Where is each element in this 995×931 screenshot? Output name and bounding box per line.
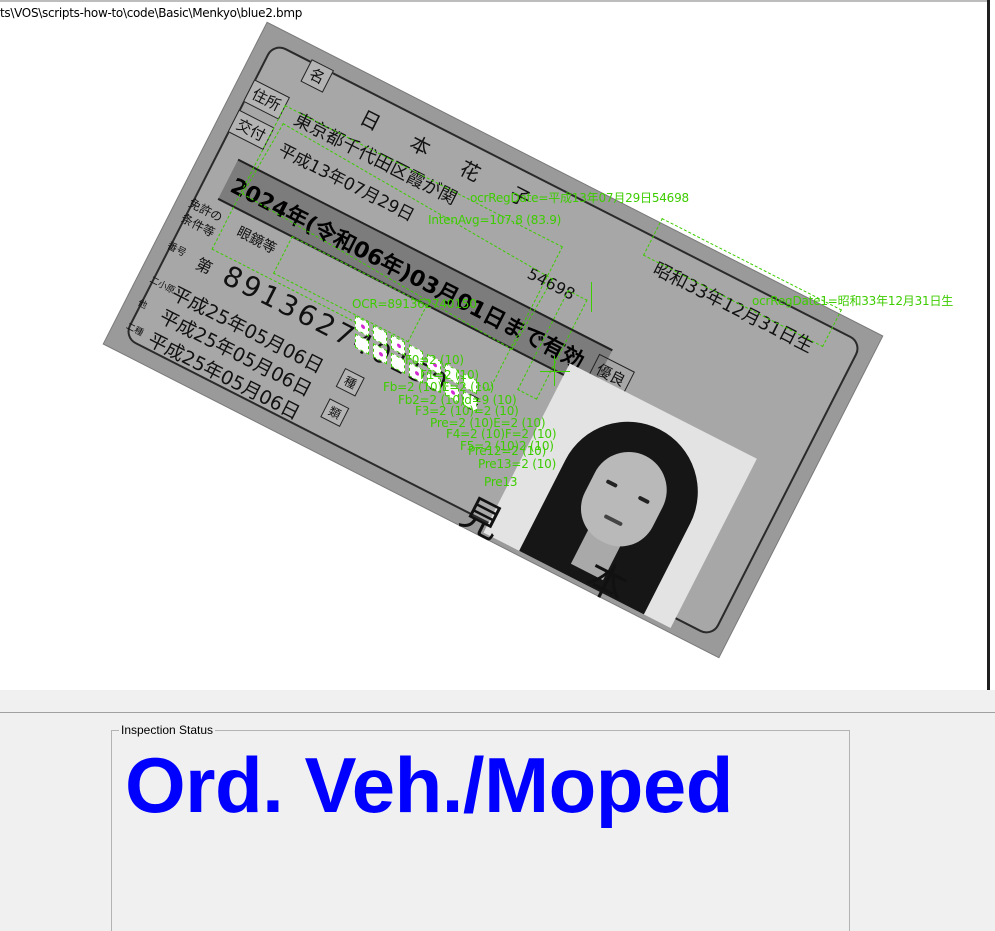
type-label-2: 類 [320,398,350,427]
name-label: 名 [300,59,335,93]
date-label-2: 他 [135,298,149,312]
viewer-scrollbar[interactable] [987,0,995,690]
ocr-reg-date1-label: ocrRegDate1=昭和33年12月31日生 [752,294,954,308]
file-path-label: ts\VOS\scripts-how-to\code\Basic\Menkyo\… [0,6,303,20]
field-label-pre13-count: Pre13=2 (10) [478,457,557,471]
inten-avg-label: IntenAvg=107.8 (83.9) [428,213,562,227]
image-viewer[interactable]: 名 日 本 花 子 昭和33年12月31日生 住所 東京都千代田区霞が関 交付 … [0,0,995,690]
ocr-reg-date-label: ocrRegDate=平成13年07月29日54698 [470,191,689,205]
viewer-top-border [0,0,995,2]
field-label-pre13: Pre13 [484,475,518,489]
panel-splitter[interactable] [0,690,995,713]
inspection-status-legend: Inspection Status [119,723,216,737]
number-prefix: 第 [192,254,216,279]
field-label-f0: F0=2 (10) [405,353,464,367]
marker-cross-upper [591,282,592,312]
field-label-fb: Fb=2 (10)E=2 (10) [383,380,494,394]
marker-cross-horizontal [540,371,570,372]
field-label-pre12: Pre12=2 (10) [468,444,547,458]
number-label: 番号 [164,240,188,260]
ocr-number-label: OCR=891362740150 [352,297,477,311]
date-label-3: 二種 [124,321,145,339]
inspection-status-value: Ord. Veh./Moped [125,741,733,829]
